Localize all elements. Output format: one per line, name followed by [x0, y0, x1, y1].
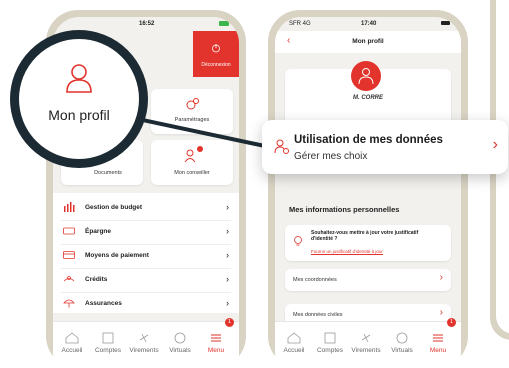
status-bar: 16:52 [53, 17, 239, 31]
zoom-profile-label: Mon profil [48, 107, 110, 123]
chevron-right-icon: › [226, 226, 229, 236]
loan-icon [63, 276, 75, 282]
accounts-icon [102, 332, 114, 344]
logout-label: Déconnexion [201, 62, 231, 68]
chevron-right-icon: › [226, 274, 229, 284]
menu-item-label: Assurances [85, 300, 122, 307]
gears-icon [186, 98, 199, 110]
menu-item-epargne[interactable]: Épargne › [53, 221, 239, 243]
tile-mon-conseiller[interactable]: Mon conseiller [151, 140, 233, 185]
power-icon [212, 44, 220, 53]
chevron-right-icon: › [226, 298, 229, 308]
user-icon [358, 68, 374, 85]
user-name: M. CORRE [353, 95, 383, 101]
chevron-right-icon: › [439, 272, 443, 283]
right-phone-screen: SFR 4G 17:40 ‹ Mon profil M. CORRE Mes i… [275, 17, 461, 368]
tab-virtuals[interactable]: Virtuals [163, 332, 197, 354]
menu-item-label: Moyens de paiement [85, 252, 149, 259]
menu-item-credits[interactable]: Crédits › [53, 269, 239, 291]
tab-label: Virtuals [169, 347, 191, 354]
transfer-icon [361, 333, 371, 343]
callout-title: Utilisation de mes données [294, 134, 443, 146]
chevron-right-icon: › [492, 136, 498, 153]
privacy-user-icon [274, 139, 289, 154]
tab-label: Virements [351, 347, 381, 354]
budget-icon [64, 202, 75, 212]
virtuals-icon [174, 332, 186, 344]
tab-virements[interactable]: Virements [349, 332, 383, 354]
tab-comptes[interactable]: Comptes [91, 332, 125, 354]
tab-comptes[interactable]: Comptes [313, 332, 347, 354]
menu-badge: 1 [447, 318, 456, 327]
menu-item-gestion-budget[interactable]: Gestion de budget › [53, 197, 239, 219]
tab-accueil[interactable]: Accueil [277, 332, 311, 354]
hamburger-icon [211, 334, 221, 342]
callout-subtitle: Gérer mes choix [294, 151, 368, 162]
user-icon [66, 64, 92, 93]
status-time: 16:52 [139, 21, 155, 27]
menu-item-label: Épargne [85, 228, 112, 235]
identity-card: Souhaitez-vous mettre à jour votre justi… [285, 225, 451, 261]
avatar [351, 61, 381, 91]
section-title: Mes informations personnelles [289, 205, 400, 214]
data-usage-callout[interactable]: Utilisation de mes données Gérer mes cho… [262, 120, 508, 174]
tile-parametrages[interactable]: Paramétrages [151, 89, 233, 134]
identity-prompt: Souhaitez-vous mettre à jour votre justi… [311, 230, 419, 242]
chevron-right-icon: › [226, 202, 229, 212]
status-time: 17:40 [361, 21, 377, 27]
hamburger-icon [433, 334, 443, 342]
home-icon [287, 332, 301, 344]
tile-documents-label: Documents [94, 170, 122, 176]
virtuals-icon [396, 332, 408, 344]
transfer-icon [139, 333, 149, 343]
menu-badge: 1 [225, 318, 234, 327]
home-icon [65, 332, 79, 344]
logout-button[interactable]: Déconnexion [193, 31, 239, 77]
row-label: Mes coordonnées [293, 277, 337, 283]
tab-label: Menu [207, 347, 225, 354]
tab-label: Menu [429, 347, 447, 354]
menu-item-assurances[interactable]: Assurances › [53, 293, 239, 315]
tab-bar: Accueil Comptes Virements Virtuals Menu … [275, 318, 461, 368]
row-label: Mes données civiles [293, 312, 343, 318]
tab-accueil[interactable]: Accueil [55, 332, 89, 354]
tab-menu[interactable]: Menu [199, 332, 233, 354]
identity-link[interactable]: Fournir un justificatif d'identité à jou… [311, 249, 383, 254]
tab-label: Comptes [316, 347, 343, 354]
tab-menu[interactable]: Menu [421, 332, 455, 354]
notification-badge [197, 146, 203, 152]
battery-icon [441, 21, 450, 25]
chevron-right-icon: › [439, 307, 443, 318]
card-icon [63, 251, 75, 259]
tab-label: Virtuals [391, 347, 413, 354]
accounts-icon [324, 332, 336, 344]
zoom-profile-circle[interactable]: Mon profil [10, 30, 148, 168]
tab-bar: Accueil Comptes Virements Virtuals Menu … [53, 318, 239, 368]
menu-item-moyens-paiement[interactable]: Moyens de paiement › [53, 245, 239, 267]
savings-icon [63, 227, 75, 235]
menu-item-label: Crédits [85, 276, 108, 283]
right-phone: SFR 4G 17:40 ‹ Mon profil M. CORRE Mes i… [268, 10, 468, 368]
nav-title: Mon profil [352, 38, 384, 45]
nav-bar: ‹ Mon profil [275, 31, 461, 53]
tab-label: Accueil [61, 347, 83, 354]
tile-mon-conseiller-label: Mon conseiller [174, 170, 210, 176]
battery-icon [219, 21, 229, 26]
tab-label: Accueil [283, 347, 305, 354]
tab-label: Virements [129, 347, 159, 354]
chevron-right-icon: › [226, 250, 229, 260]
tab-virements[interactable]: Virements [127, 332, 161, 354]
menu-list: Gestion de budget › Épargne › Moyens de … [53, 193, 239, 313]
row-mes-coordonnees[interactable]: Mes coordonnées › [285, 269, 451, 291]
lightbulb-icon [294, 236, 302, 246]
tab-virtuals[interactable]: Virtuals [385, 332, 419, 354]
tab-label: Comptes [94, 347, 121, 354]
status-carrier: SFR 4G [289, 21, 311, 27]
menu-item-label: Gestion de budget [85, 204, 143, 211]
status-bar: SFR 4G 17:40 [275, 17, 461, 31]
umbrella-icon [63, 299, 75, 308]
